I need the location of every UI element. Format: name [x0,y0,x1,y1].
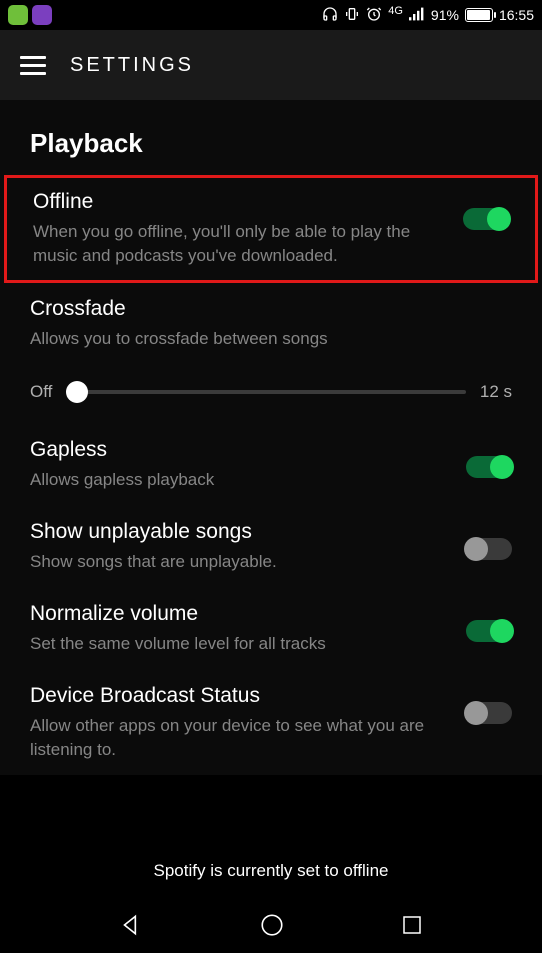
setting-offline-desc: When you go offline, you'll only be able… [33,220,443,268]
battery-percent: 91% [431,7,459,23]
battery-icon [465,8,493,22]
setting-normalize-label: Normalize volume [30,602,446,626]
status-right: 4G 91% 16:55 [322,6,534,25]
crossfade-min-label: Off [30,382,52,402]
setting-gapless-desc: Allows gapless playback [30,468,446,492]
vibrate-icon [344,6,360,25]
toggle-offline[interactable] [463,208,509,230]
crossfade-slider[interactable] [66,390,465,394]
setting-crossfade-label: Crossfade [30,297,512,321]
headphones-icon [322,6,338,25]
menu-icon[interactable] [20,56,46,75]
section-title-playback: Playback [0,128,542,175]
setting-offline-label: Offline [33,190,443,214]
status-bar: 4G 91% 16:55 [0,0,542,30]
setting-unplayable[interactable]: Show unplayable songs Show songs that ar… [0,506,542,588]
page-title: SETTINGS [70,54,194,77]
notification-app-icon [8,5,28,25]
toast-message: Spotify is currently set to offline [0,851,542,891]
android-nav-bar [0,901,542,953]
crossfade-max-label: 12 s [480,382,512,402]
clock: 16:55 [499,7,534,23]
status-left [8,5,52,25]
setting-gapless[interactable]: Gapless Allows gapless playback [0,424,542,506]
back-icon[interactable] [118,912,144,943]
setting-offline[interactable]: Offline When you go offline, you'll only… [4,175,538,283]
setting-broadcast-label: Device Broadcast Status [30,684,446,708]
setting-normalize[interactable]: Normalize volume Set the same volume lev… [0,588,542,670]
recent-icon[interactable] [400,913,424,942]
setting-unplayable-label: Show unplayable songs [30,520,446,544]
toggle-broadcast[interactable] [466,702,512,724]
app-header: SETTINGS [0,30,542,100]
setting-unplayable-desc: Show songs that are unplayable. [30,550,446,574]
notification-app-icon [32,5,52,25]
toggle-normalize[interactable] [466,620,512,642]
toggle-gapless[interactable] [466,456,512,478]
setting-crossfade-desc: Allows you to crossfade between songs [30,327,512,351]
setting-broadcast-desc: Allow other apps on your device to see w… [30,714,446,762]
signal-icon [409,6,425,25]
crossfade-slider-row: Off 12 s [0,364,542,424]
setting-broadcast[interactable]: Device Broadcast Status Allow other apps… [0,670,542,776]
crossfade-slider-thumb[interactable] [66,381,88,403]
setting-gapless-label: Gapless [30,438,446,462]
home-icon[interactable] [259,912,285,943]
network-label: 4G [388,5,403,17]
content: Playback Offline When you go offline, yo… [0,100,542,775]
toggle-unplayable[interactable] [466,538,512,560]
setting-normalize-desc: Set the same volume level for all tracks [30,632,446,656]
alarm-icon [366,6,382,25]
setting-crossfade: Crossfade Allows you to crossfade betwee… [0,283,542,365]
